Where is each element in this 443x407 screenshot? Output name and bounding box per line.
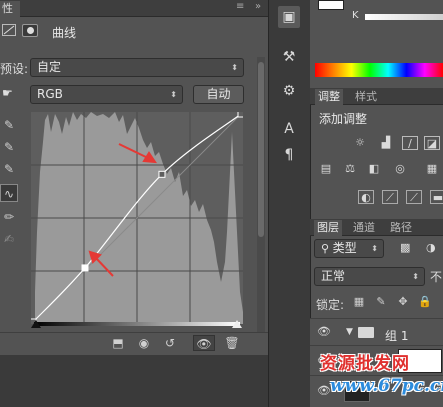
image-filter-icon[interactable]: ▩ — [400, 241, 414, 255]
mask-icon[interactable] — [22, 24, 38, 37]
k-slider[interactable] — [365, 14, 443, 20]
curves-icon[interactable]: ∕ — [402, 136, 418, 150]
chevron-updown-icon: ⬍ — [412, 272, 419, 281]
auto-button[interactable]: 自动 — [193, 85, 244, 104]
properties-tab-bar: 性 ≡ » — [0, 0, 268, 17]
foreground-swatch[interactable] — [318, 0, 344, 10]
tab-channels[interactable]: 通道 — [350, 220, 378, 236]
channel-value: RGB — [37, 87, 63, 101]
channel-mixer-icon[interactable]: ▦ — [424, 162, 440, 176]
panel-title: 曲线 — [52, 26, 77, 40]
view-previous-icon[interactable]: ◉ — [134, 335, 154, 351]
scrollbar-thumb[interactable] — [258, 62, 264, 237]
black-point-slider[interactable] — [31, 320, 41, 328]
lock-transparency-icon[interactable]: ▦ — [352, 295, 366, 309]
chevron-updown-icon: ⬍ — [371, 244, 378, 253]
threshold-icon[interactable]: ⟋ — [406, 190, 422, 204]
layer-kind-filter[interactable]: ⚲ 类型 ⬍ — [314, 239, 384, 258]
collapse-icon[interactable]: » — [255, 1, 261, 12]
blend-value: 正常 — [321, 269, 346, 283]
eyedropper-black-icon[interactable]: ✎ — [0, 116, 18, 134]
eyedropper-gray-icon[interactable]: ✎ — [0, 138, 18, 156]
curve-control-point[interactable] — [237, 112, 243, 118]
input-gradient-bar — [34, 322, 240, 326]
search-icon: ⚲ — [321, 242, 333, 255]
black-white-icon[interactable]: ◧ — [366, 162, 382, 176]
adjustments-title: 添加调整 — [319, 112, 368, 126]
photoshop-workspace: 性 ≡ » 曲线 预设: 自定 ⬍ ☛ RGB ⬍ 自动 ✎ ✎ ✎ ∿ ✏ ✍ — [0, 0, 443, 407]
eye-icon[interactable]: 👁 — [316, 325, 332, 339]
visibility-icon[interactable]: 👁 — [193, 335, 215, 351]
folder-icon — [358, 327, 374, 338]
invert-icon[interactable]: ◐ — [358, 190, 374, 204]
exposure-icon[interactable]: ◪ — [424, 136, 440, 150]
tab-layers[interactable]: 图层 — [314, 220, 342, 236]
preset-select[interactable]: 自定 ⬍ — [30, 58, 244, 77]
reset-icon[interactable]: ↺ — [160, 335, 180, 351]
curves-graph[interactable] — [31, 112, 243, 324]
properties-tab[interactable]: 性 — [0, 1, 20, 17]
watermark-text: 资源批发网 — [320, 354, 410, 374]
brightness-icon[interactable]: ☼ — [352, 136, 368, 150]
chevron-updown-icon: ⬍ — [170, 90, 177, 99]
preset-value: 自定 — [37, 60, 62, 74]
group-name[interactable]: 组 1 — [385, 327, 408, 344]
tab-adjustments[interactable]: 调整 — [315, 89, 343, 105]
watermark-url: www.67pc.cn — [330, 376, 443, 396]
panel-menu-icon[interactable]: ≡ — [236, 1, 244, 12]
hand-tool-icon[interactable]: ☛ — [2, 86, 16, 100]
kind-value: 类型 — [332, 241, 357, 255]
paragraph-icon[interactable]: ¶ — [278, 144, 300, 166]
channel-select[interactable]: RGB ⬍ — [30, 85, 183, 104]
brush-presets-icon[interactable]: ⚒ — [278, 46, 300, 68]
clip-to-layer-icon[interactable]: ⬒ — [108, 335, 128, 351]
vibrance-icon[interactable]: ▤ — [318, 162, 334, 176]
canvas-area — [0, 355, 268, 407]
lock-all-icon[interactable]: 🔒 — [418, 295, 432, 309]
photo-filter-icon[interactable]: ◎ — [392, 162, 408, 176]
white-point-slider[interactable] — [232, 320, 242, 328]
trash-icon[interactable]: 🗑 — [222, 335, 242, 351]
character-icon[interactable]: A — [278, 118, 300, 140]
curves-adjustment-icon — [2, 24, 16, 36]
chevron-updown-icon: ⬍ — [231, 63, 238, 72]
color-balance-icon[interactable]: ⚖ — [342, 162, 358, 176]
k-channel-label: K — [352, 10, 359, 21]
lock-position-icon[interactable]: ✥ — [396, 295, 410, 309]
tab-styles[interactable]: 样式 — [352, 89, 380, 105]
lock-label: 锁定: — [316, 298, 345, 312]
preset-label: 预设: — [0, 62, 29, 76]
opacity-label: 不 — [430, 270, 443, 284]
tab-paths[interactable]: 路径 — [387, 220, 415, 236]
lock-pixels-icon[interactable]: ✎ — [374, 295, 388, 309]
expand-triangle-icon[interactable]: ▼ — [346, 327, 353, 337]
pencil-icon[interactable]: ✏ — [0, 208, 18, 226]
color-spectrum[interactable] — [315, 63, 443, 77]
tool-presets-icon[interactable]: ⚙ — [278, 80, 300, 102]
adjustment-filter-icon[interactable]: ◑ — [426, 241, 440, 255]
properties-dock-icon[interactable]: ▣ — [278, 6, 300, 28]
posterize-icon[interactable]: ⟋ — [382, 190, 398, 204]
eyedropper-white-icon[interactable]: ✎ — [0, 160, 18, 178]
smooth-icon[interactable]: ✍ — [0, 230, 18, 248]
levels-icon[interactable]: ▟ — [378, 136, 394, 150]
gradient-map-icon[interactable]: ▬ — [430, 190, 443, 204]
blend-mode-select[interactable]: 正常 ⬍ — [314, 267, 425, 286]
curve-edit-icon[interactable]: ∿ — [0, 184, 18, 202]
curve-control-point[interactable] — [81, 264, 89, 272]
curve-control-point[interactable] — [158, 170, 166, 178]
